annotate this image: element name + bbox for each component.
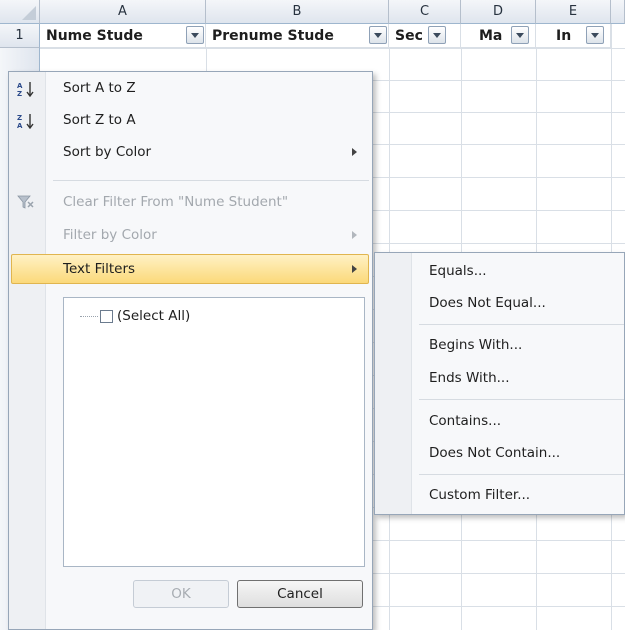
submenu-separator bbox=[419, 324, 624, 325]
column-header-f[interactable] bbox=[611, 0, 625, 24]
sort-descending-icon: ZA bbox=[17, 113, 37, 131]
select-all-checkbox[interactable] bbox=[100, 309, 113, 323]
ok-button[interactable]: OK bbox=[133, 580, 229, 608]
svg-text:Z: Z bbox=[17, 114, 22, 122]
menu-item-label: Filter by Color bbox=[63, 227, 157, 243]
menu-item-label: Sort by Color bbox=[63, 144, 152, 160]
menu-item-label: Sort A to Z bbox=[63, 80, 136, 96]
svg-text:Z: Z bbox=[17, 90, 22, 97]
menu-item-sort-by-color[interactable]: Sort by Color bbox=[45, 136, 371, 168]
text-filters-submenu: Equals... Does Not Equal... Begins With.… bbox=[374, 252, 625, 515]
filter-dropdown-button[interactable] bbox=[369, 26, 387, 44]
svg-text:A: A bbox=[17, 82, 23, 90]
filter-dropdown-button[interactable] bbox=[511, 26, 529, 44]
cancel-button[interactable]: Cancel bbox=[237, 580, 363, 608]
menu-icon-strip bbox=[9, 72, 46, 629]
filter-dropdown-button[interactable] bbox=[428, 26, 446, 44]
column-header-a[interactable]: A bbox=[40, 0, 206, 24]
header-cell-label: Prenume Stude bbox=[212, 28, 334, 44]
menu-item-label: Text Filters bbox=[63, 261, 136, 277]
svg-text:A: A bbox=[17, 122, 23, 129]
submenu-arrow-icon bbox=[352, 265, 357, 273]
submenu-item-ends-with[interactable]: Ends With... bbox=[411, 362, 624, 394]
select-all-corner[interactable] bbox=[0, 0, 40, 24]
submenu-item-custom-filter[interactable]: Custom Filter... bbox=[411, 479, 624, 511]
header-cell-sectie[interactable]: Sec bbox=[389, 24, 461, 48]
submenu-arrow-icon bbox=[352, 231, 357, 239]
submenu-item-begins-with[interactable]: Begins With... bbox=[411, 329, 624, 361]
clear-filter-icon bbox=[17, 195, 35, 211]
submenu-item-contains[interactable]: Contains... bbox=[411, 405, 624, 437]
menu-separator bbox=[53, 180, 369, 181]
menu-item-filter-by-color[interactable]: Filter by Color bbox=[45, 219, 371, 251]
menu-item-clear-filter[interactable]: Clear Filter From "Nume Student" bbox=[45, 186, 371, 218]
header-cell-nume-student[interactable]: Nume Stude bbox=[40, 24, 206, 48]
autofilter-menu: AZ Sort A to Z ZA Sort Z to A Sort by Co… bbox=[8, 71, 373, 630]
column-header-b[interactable]: B bbox=[206, 0, 389, 24]
row-header-1[interactable]: 1 bbox=[0, 24, 40, 48]
menu-item-label: Clear Filter From "Nume Student" bbox=[63, 194, 289, 210]
filter-dropdown-button[interactable] bbox=[186, 26, 204, 44]
submenu-item-does-not-contain[interactable]: Does Not Contain... bbox=[411, 437, 624, 469]
submenu-separator bbox=[419, 399, 624, 400]
submenu-item-does-not-equal[interactable]: Does Not Equal... bbox=[411, 287, 624, 319]
header-cell-label: In bbox=[556, 28, 572, 44]
menu-item-text-filters[interactable]: Text Filters bbox=[45, 253, 371, 285]
submenu-arrow-icon bbox=[352, 148, 357, 156]
header-cell-label: Nume Stude bbox=[46, 28, 143, 44]
sort-ascending-icon: AZ bbox=[17, 81, 37, 99]
filter-value-list[interactable]: (Select All) bbox=[63, 297, 365, 567]
select-all-checkbox-row[interactable]: (Select All) bbox=[80, 308, 190, 324]
column-header-d[interactable]: D bbox=[461, 0, 536, 24]
select-all-label: (Select All) bbox=[117, 308, 191, 324]
filter-dropdown-button[interactable] bbox=[586, 26, 604, 44]
header-cell-prenume-student[interactable]: Prenume Stude bbox=[206, 24, 389, 48]
column-header-e[interactable]: E bbox=[536, 0, 611, 24]
header-cell-label: Ma bbox=[479, 28, 503, 44]
menu-item-sort-z-to-a[interactable]: Sort Z to A bbox=[45, 104, 371, 136]
column-header-c[interactable]: C bbox=[389, 0, 461, 24]
header-cell-label: Sec bbox=[395, 28, 423, 44]
submenu-icon-strip bbox=[375, 253, 412, 514]
submenu-separator bbox=[419, 474, 624, 475]
submenu-item-equals[interactable]: Equals... bbox=[411, 255, 624, 287]
tree-connector bbox=[80, 315, 98, 317]
menu-item-label: Sort Z to A bbox=[63, 112, 136, 128]
menu-item-sort-a-to-z[interactable]: Sort A to Z bbox=[45, 72, 371, 104]
